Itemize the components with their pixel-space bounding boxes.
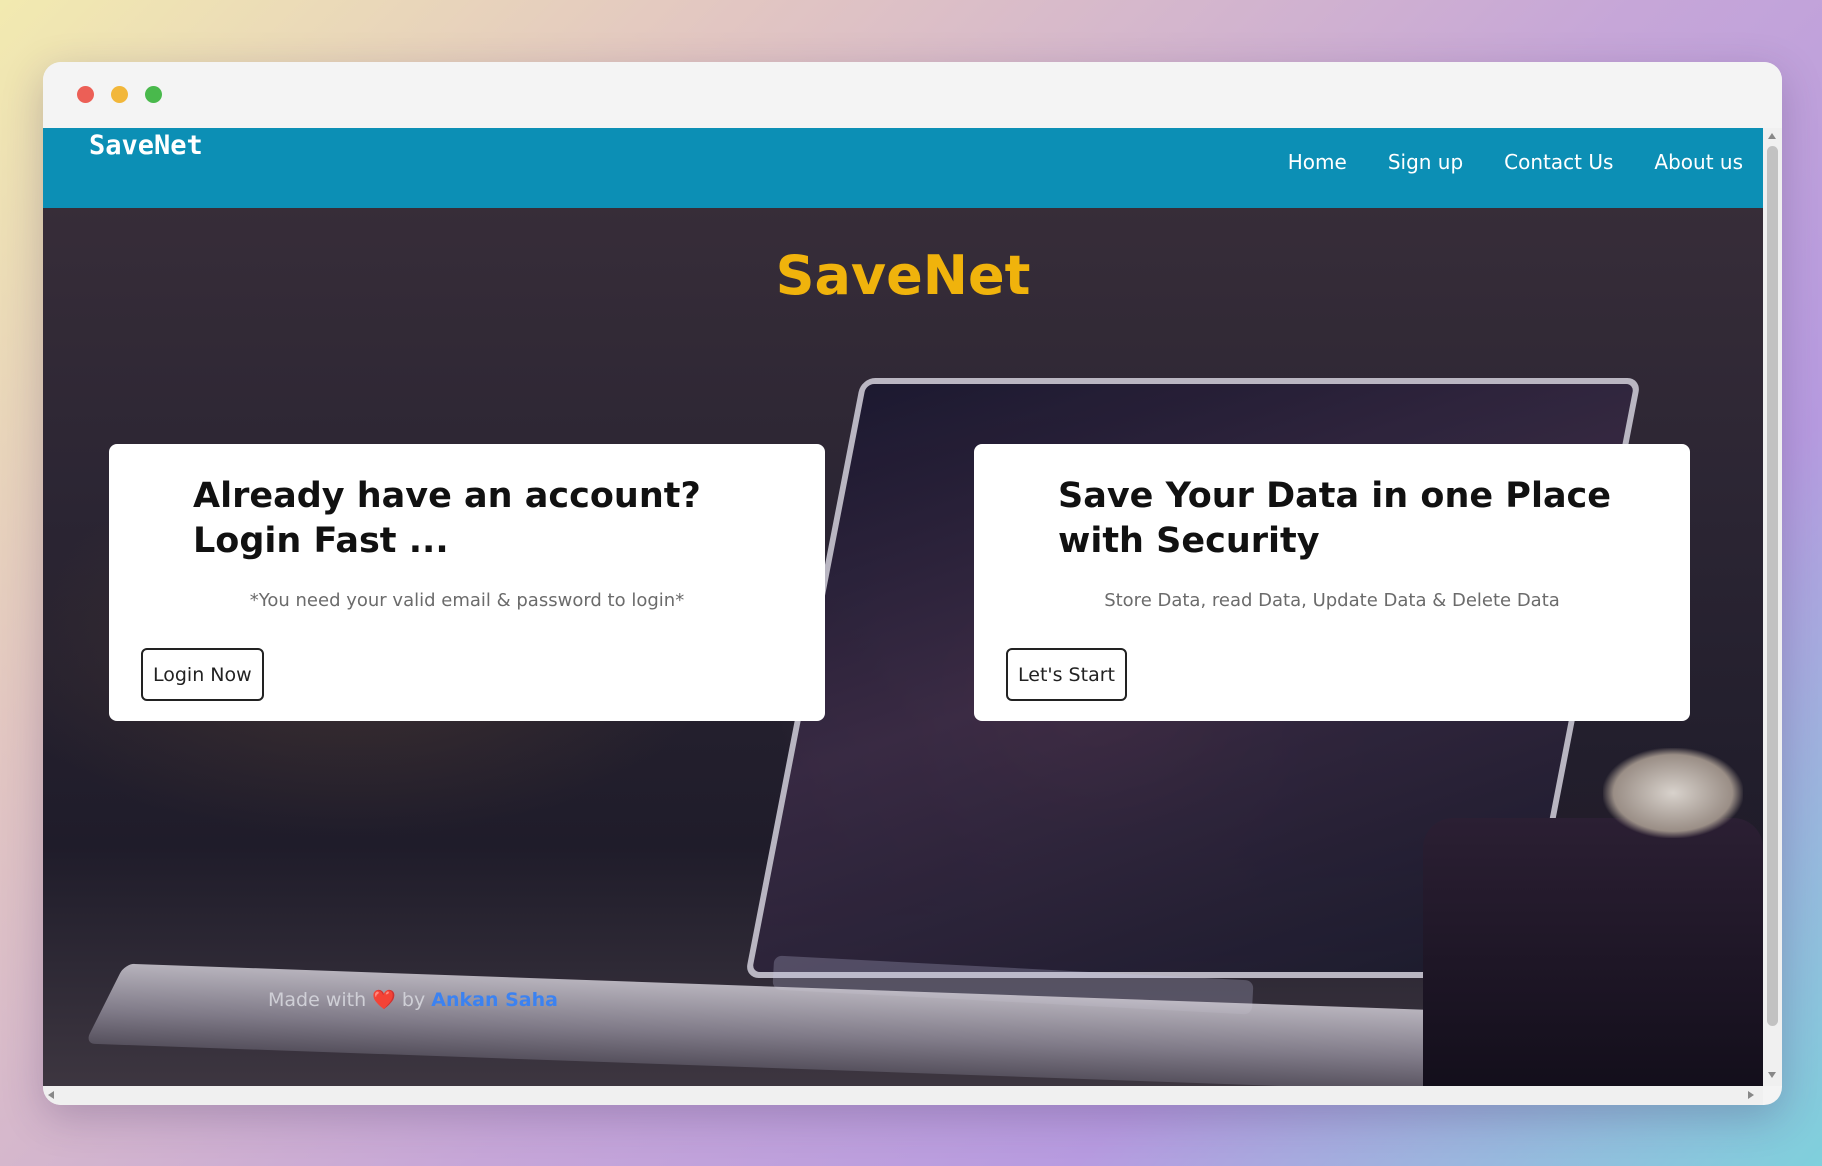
vertical-scrollbar[interactable] xyxy=(1763,128,1782,1086)
scroll-down-arrow-icon[interactable] xyxy=(1768,1072,1776,1078)
nav-link-signup[interactable]: Sign up xyxy=(1388,150,1463,174)
login-now-button[interactable]: Login Now xyxy=(141,648,264,701)
background-cup-top xyxy=(1603,748,1743,838)
start-card: Save Your Data in one Place with Securit… xyxy=(974,444,1690,721)
window-titlebar xyxy=(43,62,1782,128)
start-card-heading: Save Your Data in one Place with Securit… xyxy=(1058,474,1658,564)
start-card-heading-line2: with Security xyxy=(1058,521,1320,561)
author-link[interactable]: Ankan Saha xyxy=(431,989,558,1011)
footer-credit: Made with ❤️ by Ankan Saha xyxy=(268,988,558,1011)
hero-title: SaveNet xyxy=(775,244,1031,307)
footer-prefix: Made with xyxy=(268,989,367,1011)
minimize-window-button[interactable] xyxy=(111,86,128,103)
close-window-button[interactable] xyxy=(77,86,94,103)
scroll-up-arrow-icon[interactable] xyxy=(1768,133,1776,139)
heart-icon: ❤️ xyxy=(372,989,396,1011)
vertical-scroll-thumb[interactable] xyxy=(1767,146,1778,1026)
login-card-heading: Already have an account? Login Fast ... xyxy=(193,474,793,564)
page-viewport: SaveNet Home Sign up Contact Us About us… xyxy=(43,128,1763,1086)
nav-link-about[interactable]: About us xyxy=(1654,150,1743,174)
navbar: SaveNet Home Sign up Contact Us About us xyxy=(43,128,1763,208)
start-card-note: Store Data, read Data, Update Data & Del… xyxy=(1104,590,1560,611)
start-card-heading-line1: Save Your Data in one Place xyxy=(1058,476,1612,516)
background-cup xyxy=(1423,818,1763,1086)
nav-links: Home Sign up Contact Us About us xyxy=(1288,150,1743,174)
scroll-right-arrow-icon[interactable] xyxy=(1748,1091,1754,1099)
lets-start-button[interactable]: Let's Start xyxy=(1006,648,1127,701)
browser-window: SaveNet Home Sign up Contact Us About us… xyxy=(43,62,1782,1105)
login-card-heading-line2: Login Fast ... xyxy=(193,521,449,561)
maximize-window-button[interactable] xyxy=(145,86,162,103)
login-card-heading-line1: Already have an account? xyxy=(193,476,701,516)
footer-by: by xyxy=(401,989,426,1011)
nav-link-home[interactable]: Home xyxy=(1288,150,1347,174)
scroll-left-arrow-icon[interactable] xyxy=(48,1091,54,1099)
navbar-brand[interactable]: SaveNet xyxy=(89,130,203,161)
horizontal-scrollbar[interactable] xyxy=(43,1086,1763,1105)
nav-link-contact[interactable]: Contact Us xyxy=(1504,150,1613,174)
login-card: Already have an account? Login Fast ... … xyxy=(109,444,825,721)
login-card-note: *You need your valid email & password to… xyxy=(249,590,685,611)
